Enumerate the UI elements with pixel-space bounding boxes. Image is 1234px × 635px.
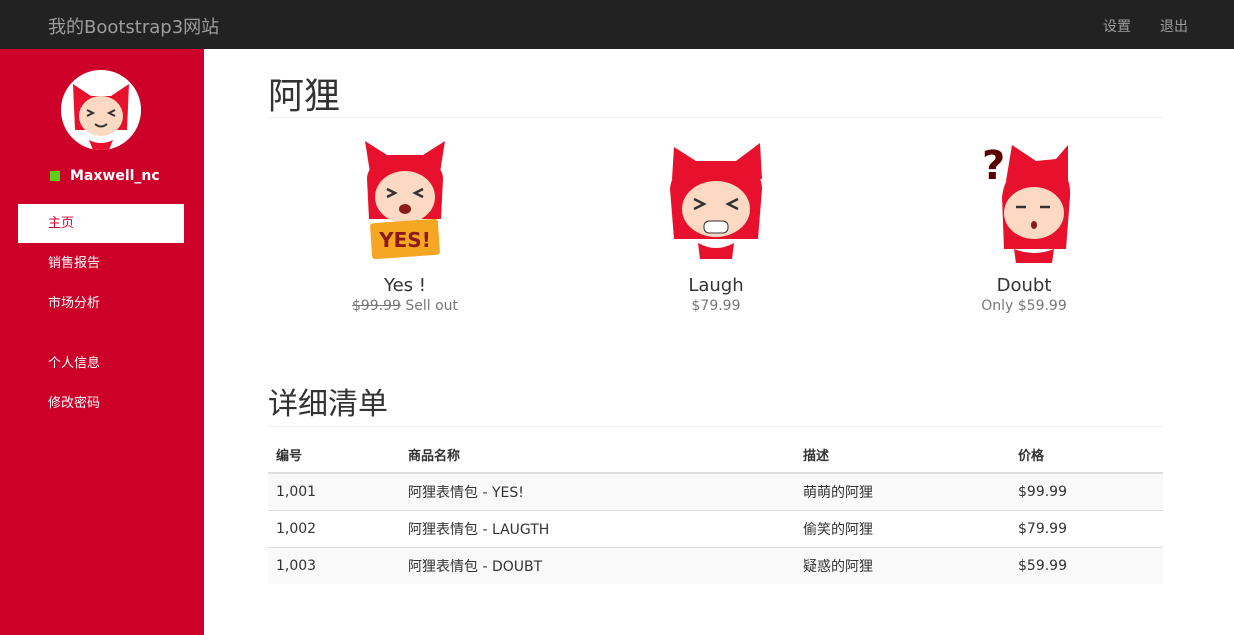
nav-logout-link[interactable]: 退出 (1160, 16, 1188, 36)
product-price: Only $59.99 (981, 298, 1067, 314)
cell-price: $99.99 (1010, 472, 1163, 510)
fox-laugh-icon[interactable] (668, 139, 764, 265)
svg-text:?: ? (982, 143, 1005, 189)
product-name: Doubt (996, 275, 1052, 296)
detail-table: 编号 商品名称 描述 价格 1,001 阿狸表情包 - YES! 萌萌的阿狸 $… (268, 436, 1163, 584)
list-divider (268, 426, 1163, 427)
column-header-description: 描述 (795, 436, 1010, 474)
sidebar-item-profile[interactable]: 个人信息 (18, 344, 184, 383)
title-divider (268, 117, 1163, 118)
cell-price: $59.99 (1010, 546, 1163, 584)
cell-description: 疑惑的阿狸 (795, 546, 1010, 584)
cell-name: 阿狸表情包 - YES! (400, 472, 795, 510)
nav-settings-link[interactable]: 设置 (1103, 16, 1131, 36)
product-price: $99.99 Sell out (275, 297, 535, 315)
page-title: 阿狸 (268, 76, 341, 117)
product-card-laugh: Laugh $79.99 (586, 139, 846, 315)
online-status-indicator (50, 171, 60, 181)
fox-doubt-icon[interactable]: ? (976, 139, 1072, 265)
cell-price: $79.99 (1010, 509, 1163, 547)
avatar (61, 70, 141, 150)
detail-list-title: 详细清单 (268, 387, 388, 422)
sidebar-item-home[interactable]: 主页 (18, 204, 184, 243)
svg-text:YES!: YES! (378, 228, 431, 252)
table-row: 1,002 阿狸表情包 - LAUGTH 偷笑的阿狸 $79.99 (268, 509, 1163, 547)
user-info: Maxwell_nc (50, 168, 160, 184)
fox-avatar-icon (61, 70, 141, 150)
column-header-price: 价格 (1010, 436, 1163, 474)
table-row: 1,003 阿狸表情包 - DOUBT 疑惑的阿狸 $59.99 (268, 546, 1163, 584)
cell-description: 萌萌的阿狸 (795, 472, 1010, 510)
top-navbar: 我的Bootstrap3网站 设置 退出 (0, 0, 1234, 49)
brand-title[interactable]: 我的Bootstrap3网站 (48, 13, 219, 39)
navbar-links: 设置 退出 (1103, 16, 1188, 36)
product-old-price: $99.99 (351, 298, 401, 314)
product-name: Yes ! (384, 275, 426, 296)
sidebar-item-change-password[interactable]: 修改密码 (18, 384, 184, 423)
product-status: Sell out (405, 298, 459, 314)
product-price: $79.99 (691, 298, 741, 314)
cell-description: 偷笑的阿狸 (795, 509, 1010, 547)
column-header-name: 商品名称 (400, 436, 795, 474)
fox-yes-sign-icon[interactable]: YES! (357, 139, 453, 265)
sidebar-item-sales-report[interactable]: 销售报告 (18, 244, 184, 283)
product-name: Laugh (688, 275, 744, 296)
cell-id: 1,002 (268, 509, 400, 547)
product-card-doubt: ? Doubt Only $59.99 (894, 139, 1154, 315)
cell-id: 1,003 (268, 546, 400, 584)
username: Maxwell_nc (70, 168, 160, 184)
table-row: 1,001 阿狸表情包 - YES! 萌萌的阿狸 $99.99 (268, 472, 1163, 510)
table-header-row: 编号 商品名称 描述 价格 (268, 436, 1163, 474)
product-card-yes: YES! Yes ! $99.99 Sell out (275, 139, 535, 315)
sidebar: Maxwell_nc 主页 销售报告 市场分析 个人信息 修改密码 (0, 49, 204, 635)
column-header-id: 编号 (268, 436, 400, 474)
cell-id: 1,001 (268, 472, 400, 510)
cell-name: 阿狸表情包 - LAUGTH (400, 509, 795, 547)
sidebar-item-market-analysis[interactable]: 市场分析 (18, 284, 184, 323)
cell-name: 阿狸表情包 - DOUBT (400, 546, 795, 584)
